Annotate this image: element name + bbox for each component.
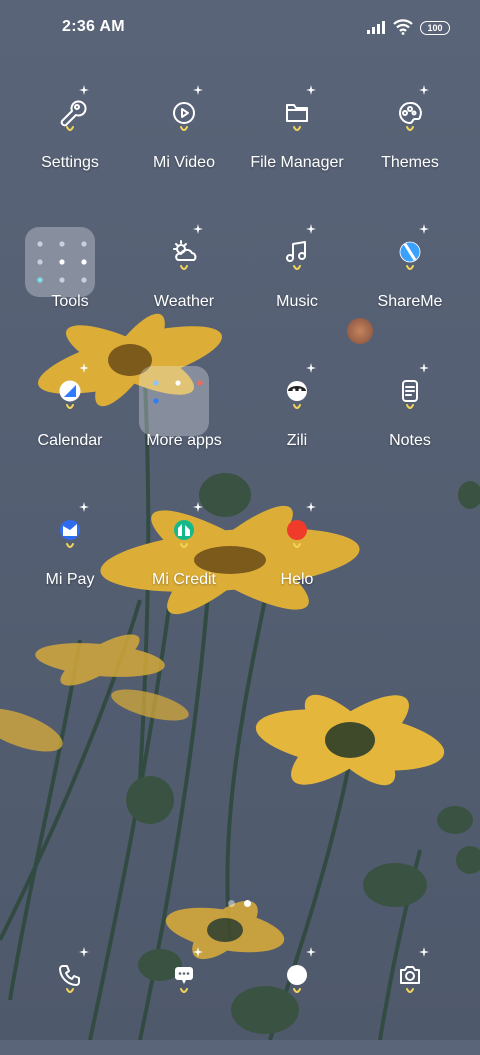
page-dot-1[interactable] [228, 900, 235, 907]
app-label: More apps [146, 432, 222, 449]
app-label: Mi Credit [151, 571, 216, 588]
mi-pay-icon [10, 502, 130, 555]
app-music[interactable]: Music [237, 224, 357, 332]
battery-indicator: 100 [420, 21, 450, 35]
app-more-apps[interactable]: More apps [124, 366, 244, 471]
status-time: 2:36 AM [62, 18, 125, 35]
app-settings[interactable]: Settings [10, 85, 130, 193]
phone-icon [10, 947, 130, 1000]
palette-icon [350, 85, 470, 138]
helo-icon [237, 502, 357, 555]
app-label: Settings [41, 154, 99, 171]
app-mi-video[interactable]: Mi Video [124, 85, 244, 193]
app-helo[interactable]: Helo [237, 502, 357, 610]
music-note-icon [237, 224, 357, 277]
app-mi-pay[interactable]: Mi Pay [10, 502, 130, 610]
dock-browser-button[interactable] [237, 947, 357, 1055]
dock-messages-button[interactable] [124, 947, 244, 1055]
calendar-icon [10, 363, 130, 416]
app-label: Helo [280, 571, 314, 588]
app-label: Themes [381, 154, 439, 171]
app-weather[interactable]: Weather [124, 224, 244, 332]
app-label: Weather [153, 293, 215, 310]
mi-credit-icon [124, 502, 244, 555]
messages-icon [124, 947, 244, 1000]
app-zili[interactable]: Zili [237, 363, 357, 471]
wifi-icon [393, 19, 413, 35]
shareme-icon [350, 224, 470, 277]
folder-icon [237, 85, 357, 138]
folder-icon [25, 227, 95, 297]
browser-icon [237, 947, 357, 1000]
play-circle-icon [124, 85, 244, 138]
app-label: File Manager [250, 154, 344, 171]
signal-icon [367, 21, 385, 34]
page-dot-2[interactable] [244, 900, 251, 907]
gear-wrench-icon [10, 85, 130, 138]
page-indicator [228, 900, 258, 908]
status-bar: 2:36 AM 100 [0, 0, 480, 56]
app-themes[interactable]: Themes [350, 85, 470, 193]
app-label: Notes [389, 432, 431, 449]
notes-icon [350, 363, 470, 416]
app-label: Mi Pay [45, 571, 95, 588]
app-label: Mi Video [153, 154, 215, 171]
dock-phone-button[interactable] [10, 947, 130, 1055]
app-mi-credit[interactable]: Mi Credit [124, 502, 244, 610]
dock-camera-button[interactable] [350, 947, 470, 1055]
folder-icon [139, 366, 209, 436]
app-label: ShareMe [377, 293, 443, 310]
app-label: Calendar [37, 432, 103, 449]
camera-icon [350, 947, 470, 1000]
app-label: Tools [51, 293, 89, 310]
app-file-manager[interactable]: File Manager [237, 85, 357, 193]
app-calendar[interactable]: Calendar [10, 363, 130, 471]
app-notes[interactable]: Notes [350, 363, 470, 471]
zili-icon [237, 363, 357, 416]
weather-icon [124, 224, 244, 277]
app-tools[interactable]: Tools [10, 227, 130, 332]
app-label: Music [276, 293, 318, 310]
app-label: Zili [286, 432, 308, 449]
app-shareme[interactable]: ShareMe [350, 224, 470, 332]
